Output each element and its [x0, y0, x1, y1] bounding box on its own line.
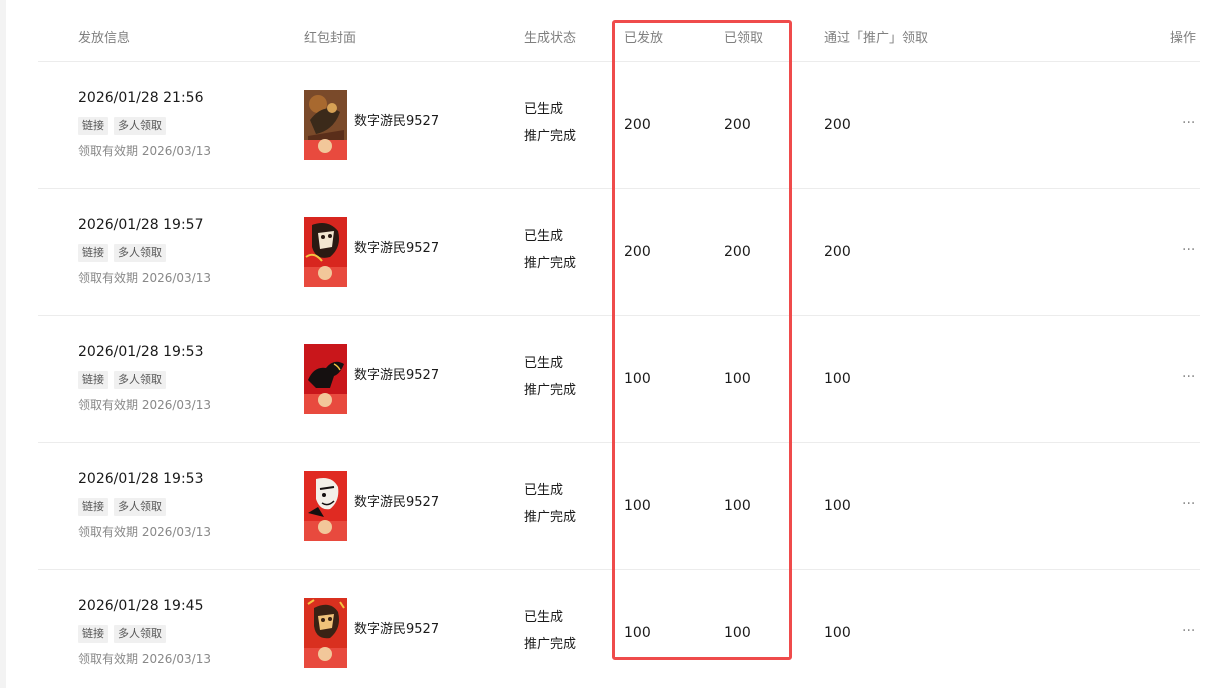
via-promo-count: 100: [824, 371, 851, 387]
cover-name: 数字游民9527: [354, 622, 440, 637]
issue-datetime: 2026/01/28 19:45: [78, 598, 204, 614]
status-generated: 已生成: [524, 610, 564, 625]
cover-name: 数字游民9527: [354, 495, 440, 510]
more-actions-icon[interactable]: ···: [1182, 114, 1195, 132]
more-actions-icon[interactable]: ···: [1182, 622, 1195, 640]
issue-datetime: 2026/01/28 19:53: [78, 344, 204, 360]
cover-seal-icon: [318, 393, 332, 407]
tag-link: 链接: [78, 625, 108, 643]
cover-thumbnail[interactable]: [304, 217, 347, 287]
cover-seal-icon: [318, 266, 332, 280]
header-cover: 红包封面: [304, 31, 357, 46]
issue-datetime: 2026/01/28 19:53: [78, 471, 204, 487]
cover-art-image: [304, 598, 347, 648]
cover-seal-icon: [318, 139, 332, 153]
cover-thumbnail[interactable]: [304, 471, 347, 541]
tag-link: 链接: [78, 498, 108, 516]
header-info: 发放信息: [78, 31, 131, 46]
header-via-promo: 通过「推广」领取: [824, 31, 929, 46]
claim-expiry: 领取有效期 2026/03/13: [78, 525, 211, 539]
cover-seal-icon: [318, 520, 332, 534]
cover-seal-icon: [318, 647, 332, 661]
claim-expiry: 领取有效期 2026/03/13: [78, 144, 211, 158]
via-promo-count: 100: [824, 625, 851, 641]
tag-multi-claim: 多人领取: [114, 371, 166, 389]
status-generated: 已生成: [524, 483, 564, 498]
cover-thumbnail[interactable]: [304, 90, 347, 160]
cover-name: 数字游民9527: [354, 241, 440, 256]
tag-multi-claim: 多人领取: [114, 244, 166, 262]
issue-datetime: 2026/01/28 19:57: [78, 217, 204, 233]
status-generated: 已生成: [524, 356, 564, 371]
status-promo: 推广完成: [524, 510, 577, 525]
header-actions: 操作: [1170, 31, 1197, 46]
cover-thumbnail[interactable]: [304, 344, 347, 414]
cover-art-image: [304, 471, 347, 521]
header-status: 生成状态: [524, 31, 577, 46]
claim-expiry: 领取有效期 2026/03/13: [78, 398, 211, 412]
claim-expiry: 领取有效期 2026/03/13: [78, 271, 211, 285]
more-actions-icon[interactable]: ···: [1182, 368, 1195, 386]
tag-link: 链接: [78, 371, 108, 389]
tag-multi-claim: 多人领取: [114, 625, 166, 643]
tag-multi-claim: 多人领取: [114, 498, 166, 516]
via-promo-count: 100: [824, 498, 851, 514]
tag-multi-claim: 多人领取: [114, 117, 166, 135]
more-actions-icon[interactable]: ···: [1182, 241, 1195, 259]
tag-link: 链接: [78, 117, 108, 135]
highlight-box: [612, 20, 792, 660]
status-promo: 推广完成: [524, 383, 577, 398]
status-promo: 推广完成: [524, 256, 577, 271]
cover-name: 数字游民9527: [354, 368, 440, 383]
issue-datetime: 2026/01/28 21:56: [78, 90, 204, 106]
more-actions-icon[interactable]: ···: [1182, 495, 1195, 513]
cover-thumbnail[interactable]: [304, 598, 347, 668]
via-promo-count: 200: [824, 244, 851, 260]
cover-art-image: [304, 217, 347, 267]
cover-name: 数字游民9527: [354, 114, 440, 129]
cover-art-image: [304, 344, 347, 394]
status-promo: 推广完成: [524, 129, 577, 144]
status-generated: 已生成: [524, 229, 564, 244]
status-promo: 推广完成: [524, 637, 577, 652]
claim-expiry: 领取有效期 2026/03/13: [78, 652, 211, 666]
tag-link: 链接: [78, 244, 108, 262]
cover-art-image: [304, 90, 347, 140]
status-generated: 已生成: [524, 102, 564, 117]
via-promo-count: 200: [824, 117, 851, 133]
